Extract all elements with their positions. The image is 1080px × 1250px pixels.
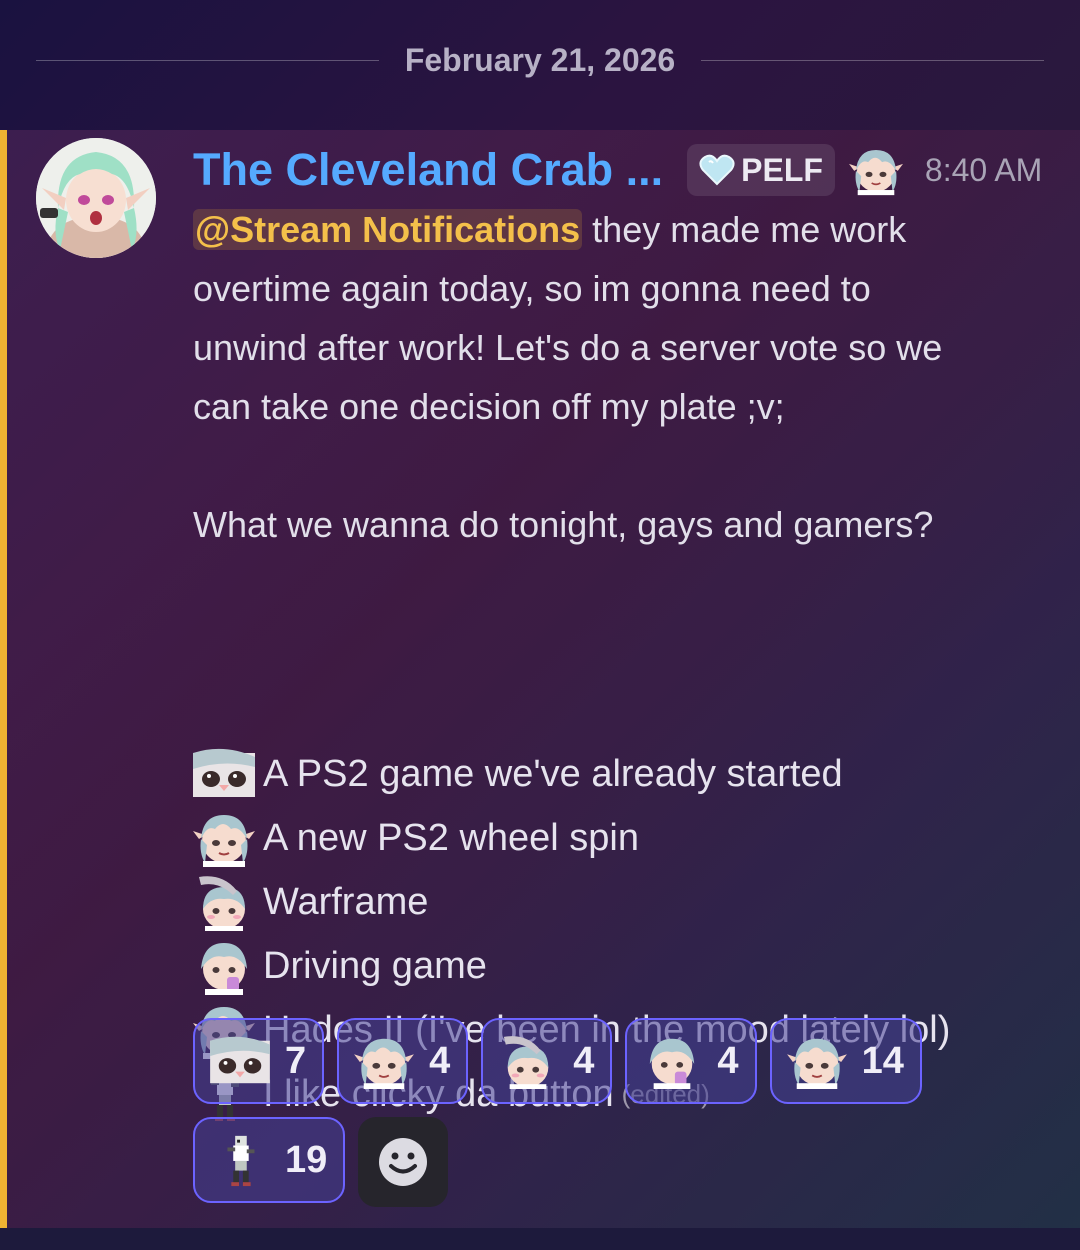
closeup-face-emoji: [209, 1033, 271, 1089]
message-line-text: they made me work: [582, 209, 907, 250]
vote-option: A PS2 game we've already started: [193, 742, 1053, 806]
closeup-face-emoji: [193, 745, 255, 803]
add-reaction-button[interactable]: [358, 1117, 449, 1207]
reaction-count: 19: [285, 1138, 328, 1181]
message-line: overtime again today, so im gonna need t…: [193, 268, 871, 309]
smug-elf-emoji: [193, 809, 255, 867]
reaction-sip-elf[interactable]: 4: [625, 1018, 757, 1104]
reaction-row: 19: [193, 1117, 1053, 1207]
sip-elf-emoji: [193, 937, 255, 995]
message-content: @Stream Notifications they made me work …: [193, 200, 1053, 554]
add-reaction-smiley-icon: [379, 1138, 428, 1186]
user-mention[interactable]: @Stream Notifications: [193, 209, 583, 250]
date-label: February 21, 2026: [404, 41, 676, 78]
message-header: The Cleveland Crab ... PELF 8:40 AM: [193, 140, 1053, 200]
sip-elf-emoji: [641, 1033, 703, 1089]
timestamp: 8:40 AM: [924, 151, 1043, 188]
reaction-count: 4: [717, 1039, 739, 1082]
reaction-count: 7: [285, 1039, 307, 1082]
vote-option-text: Driving game: [263, 944, 487, 987]
divider-line-left: [36, 59, 379, 61]
server-tag-badge[interactable]: PELF: [687, 144, 835, 196]
divider-line-right: [701, 59, 1045, 61]
reaction-closeup-face[interactable]: 7: [193, 1018, 325, 1104]
reaction-smug-elf[interactable]: 4: [337, 1018, 469, 1104]
smile-elf-emoji: [786, 1033, 848, 1089]
date-divider: February 21, 2026: [36, 40, 1045, 80]
message-line: What we wanna do tonight, gays and gamer…: [193, 504, 934, 545]
avatar[interactable]: [36, 138, 156, 258]
reaction-count: 4: [573, 1039, 595, 1082]
vote-option: Warframe: [193, 870, 1053, 934]
vote-option-text: A new PS2 wheel spin: [263, 816, 640, 859]
smug-elf-emoji: [353, 1033, 415, 1089]
reaction-row: 7 4 4 4 14: [193, 1018, 1053, 1104]
message-line: can take one decision off my plate ;v;: [193, 386, 785, 427]
mention-highlight-bar: [0, 130, 7, 1228]
vote-option-text: A PS2 game we've already started: [263, 752, 843, 795]
pixel-sprite-emoji: [209, 1132, 271, 1188]
elf-emoji-icon: [849, 143, 903, 197]
reaction-pat-elf[interactable]: 4: [481, 1018, 613, 1104]
author-name[interactable]: The Cleveland Crab ...: [193, 144, 663, 196]
server-tag-label: PELF: [741, 151, 823, 188]
message-line: unwind after work! Let's do a server vot…: [193, 327, 943, 368]
message-line: @Stream Notifications they made me work: [193, 200, 1053, 259]
reactions-bar: 7 4 4 4 14 19: [193, 1018, 1053, 1220]
vote-option-text: Warframe: [263, 880, 429, 923]
reaction-smile-elf[interactable]: 14: [769, 1018, 922, 1104]
vote-option: Driving game: [193, 934, 1053, 998]
bottom-strip: [0, 1228, 1080, 1250]
heart-icon: [699, 154, 735, 186]
reaction-count: 4: [429, 1039, 451, 1082]
message[interactable]: The Cleveland Crab ... PELF 8:40 AM @Str…: [0, 130, 1080, 1228]
reaction-count: 14: [861, 1039, 904, 1082]
vote-option: A new PS2 wheel spin: [193, 806, 1053, 870]
reaction-pixel-sprite[interactable]: 19: [193, 1117, 346, 1203]
pat-elf-emoji: [193, 873, 255, 931]
pat-elf-emoji: [497, 1033, 559, 1089]
